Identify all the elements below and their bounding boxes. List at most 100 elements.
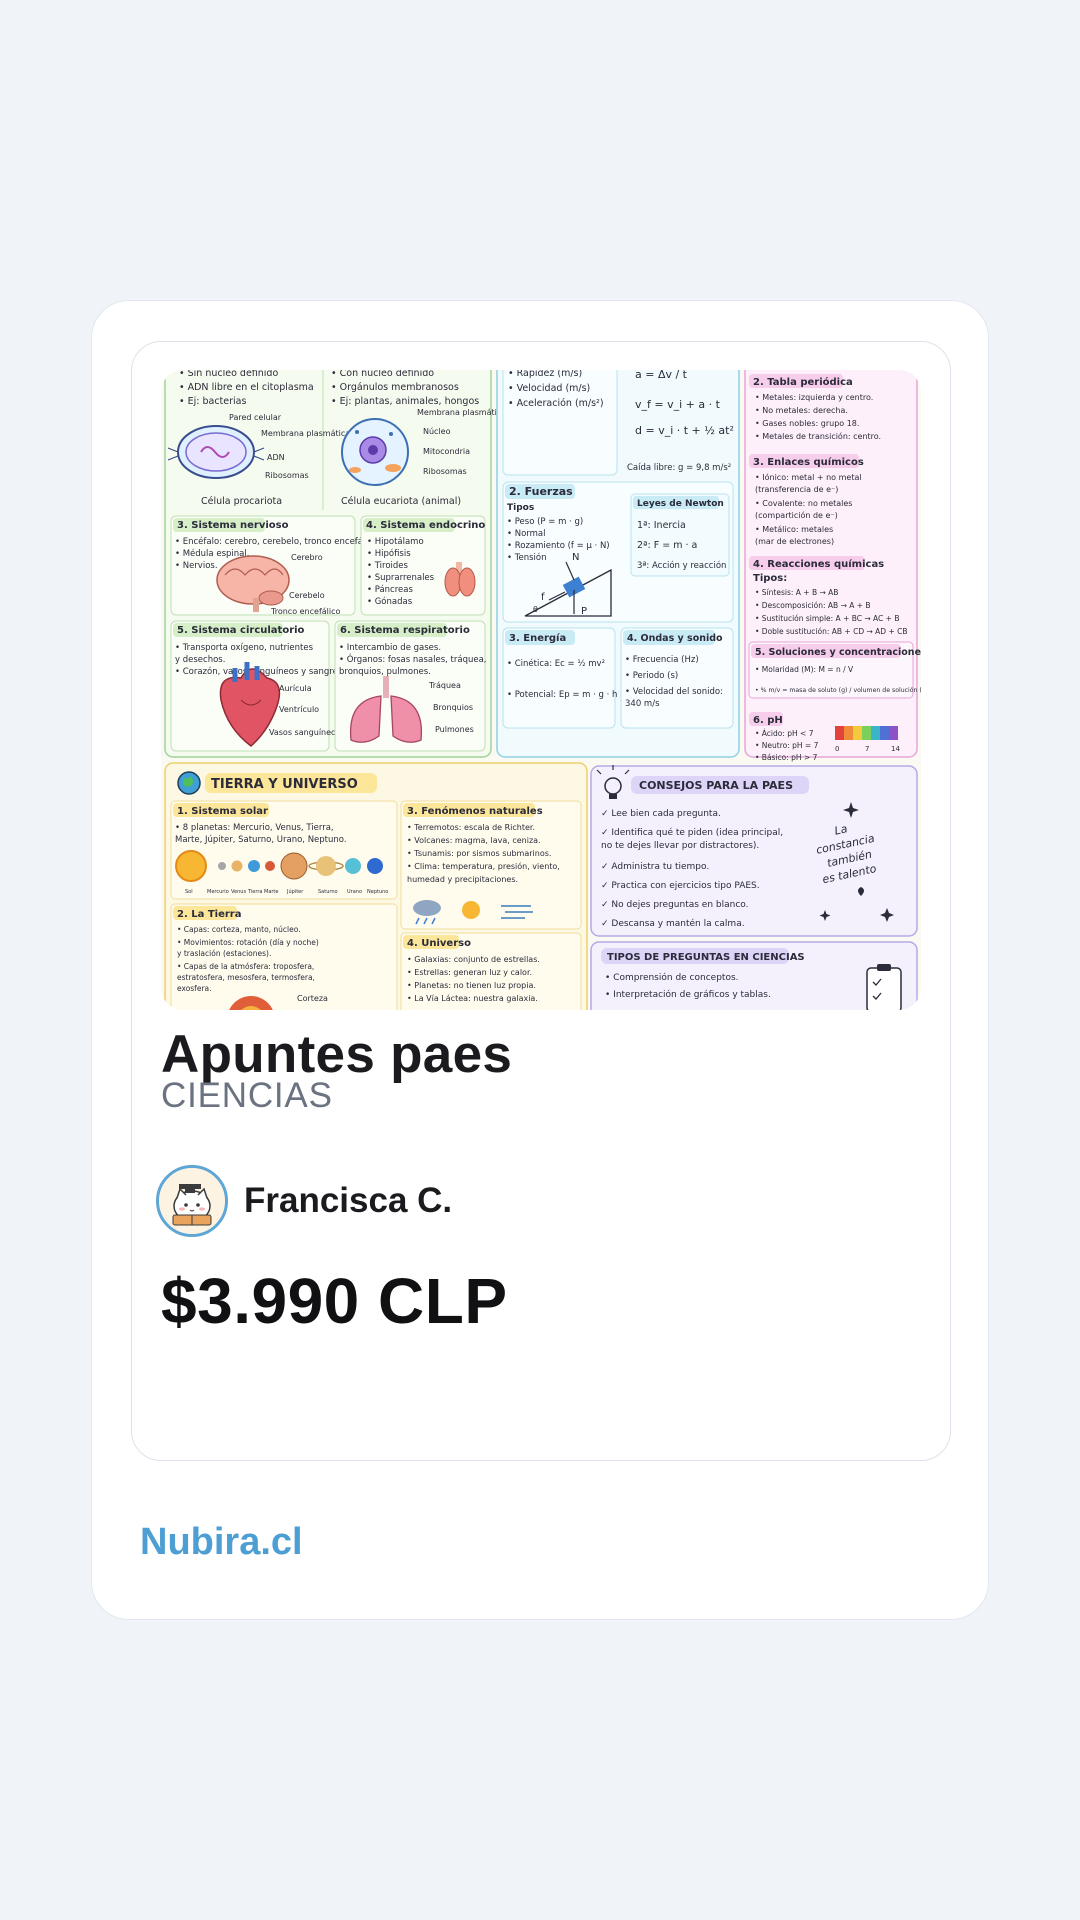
solar-line: • 8 planetas: Mercurio, Venus, Tierra, — [175, 823, 334, 833]
nervous-line: • Nervios. — [175, 561, 218, 571]
earth-label: Corteza — [297, 994, 328, 1003]
author-row[interactable]: Francisca C. — [156, 1164, 452, 1238]
reactions-line: • Síntesis: A + B → AB — [755, 588, 838, 597]
earth-line: estratosfera, mesosfera, termosfera, — [177, 973, 315, 982]
cell-left-line: • Sin núcleo definido — [179, 370, 278, 379]
cell-label: Pared celular — [229, 413, 282, 422]
eukaryote-cell-icon — [341, 418, 409, 486]
waves-line: • Frecuencia (Hz) — [625, 655, 699, 665]
cell-label: Ribosomas — [265, 471, 309, 480]
earth-banner: TIERRA Y UNIVERSO — [211, 777, 358, 792]
globe-icon — [177, 771, 201, 795]
product-card[interactable]: • Sin núcleo definido • ADN libre en el … — [131, 341, 951, 1461]
phenomena-line: • Clima: temperatura, presión, viento, — [407, 861, 560, 871]
brain-label: Cerebro — [291, 553, 323, 562]
solar-title: 1. Sistema solar — [177, 806, 268, 817]
universe-line: • Estrellas: generan luz y calor. — [407, 968, 532, 977]
tips-line: ✓ Lee bien cada pregunta. — [601, 809, 721, 819]
lung-label: Tráquea — [428, 681, 461, 690]
tips-line: no te dejes llevar por distractores). — [601, 841, 759, 851]
solutions-title: 5. Soluciones y concentraciones — [755, 647, 921, 658]
respiratory-line: • Órganos: fosas nasales, tráquea, — [339, 653, 487, 665]
universe-line: • La Vía Láctea: nuestra galaxia. — [407, 994, 538, 1003]
formula: a = Δv / t — [635, 370, 688, 381]
waves-line: • Velocidad del sonido: — [625, 687, 723, 697]
planet-name: Marte — [264, 889, 278, 895]
newton-line: 2ª: F = m · a — [637, 540, 697, 551]
tips-line: ✓ Descansa y mantén la calma. — [601, 918, 745, 929]
cell-label: ADN — [267, 453, 285, 462]
heart-label: Ventrículo — [279, 705, 319, 714]
kinematics-line: • Rapidez (m/s) — [508, 370, 582, 379]
forces-sub: Tipos — [507, 503, 534, 513]
respiratory-title: 6. Sistema respiratorio — [340, 625, 470, 636]
solar-line: Marte, Júpiter, Saturno, Urano, Neptuno. — [175, 835, 347, 845]
force-label: f — [541, 592, 545, 603]
forces-title: 2. Fuerzas — [509, 485, 573, 498]
ph-scale-icon — [835, 726, 898, 740]
brand-link[interactable]: Nubira.cl — [140, 1521, 303, 1564]
kinematics-line: • Velocidad (m/s) — [508, 383, 590, 394]
lung-label: Bronquios — [433, 703, 473, 712]
tips-line: ✓ Administra tu tiempo. — [601, 862, 709, 872]
table-title: 2. Tabla periódica — [753, 376, 853, 388]
endocrine-line: • Suprarrenales — [367, 573, 435, 583]
phenomena-line: • Volcanes: magma, lava, ceniza. — [407, 836, 541, 845]
cell-caption: Célula eucariota (animal) — [341, 496, 461, 507]
author-name[interactable]: Francisca C. — [244, 1181, 452, 1221]
ph-title: 6. pH — [753, 715, 783, 726]
tips-line: ✓ Identifica qué te piden (idea principa… — [601, 827, 783, 838]
reactions-title: 4. Reacciones químicas — [753, 558, 884, 570]
planet-name: Neptuno — [367, 889, 388, 895]
endocrine-title: 4. Sistema endocrino — [366, 520, 485, 531]
table-line: • Metales: izquierda y centro. — [755, 393, 873, 402]
table-line: • Gases nobles: grupo 18. — [755, 419, 859, 428]
earth-line: y traslación (estaciones). — [177, 949, 271, 958]
solutions-line: • Molaridad (M): M = n / V — [755, 665, 854, 674]
forces-line: • Normal — [507, 529, 545, 539]
waves-line: • Periodo (s) — [625, 671, 678, 681]
table-line: • Metales de transición: centro. — [755, 431, 881, 441]
cell-label: Mitocondria — [423, 447, 470, 456]
cell-left-line: • ADN libre en el citoplasma — [179, 382, 314, 393]
ph-scale-label: 7 — [865, 745, 869, 753]
bonds-line: (transferencia de e⁻) — [755, 485, 838, 494]
product-thumbnail[interactable]: • Sin núcleo definido • ADN libre en el … — [161, 370, 921, 1010]
solutions-line: • % m/v = masa de soluto (g) / volumen d… — [755, 686, 921, 694]
product-subject: CIENCIAS — [161, 1076, 333, 1115]
universe-line: • Galaxias: conjunto de estrellas. — [407, 955, 540, 964]
force-label: θ — [533, 605, 538, 614]
earth-line: • Capas de la atmósfera: troposfera, — [177, 962, 314, 971]
brain-label: Tronco encefálico — [270, 607, 341, 616]
earth-line: • Capas: corteza, manto, núcleo. — [177, 925, 301, 934]
cell-label: Ribosomas — [423, 467, 467, 476]
bonds-line: (mar de electrones) — [755, 537, 834, 546]
nervous-title: 3. Sistema nervioso — [177, 520, 289, 531]
reactions-line: • Descomposición: AB → A + B — [755, 601, 871, 610]
earth-line: exosfera. — [177, 984, 212, 993]
nervous-line: • Encéfalo: cerebro, cerebelo, tronco en… — [175, 536, 380, 547]
questions-line: • Interpretación de gráficos y tablas. — [605, 989, 771, 1000]
circulatory-title: 5. Sistema circulatorio — [177, 625, 305, 636]
energy-title: 3. Energía — [509, 632, 566, 644]
cell-right-line: • Ej: plantas, animales, hongos — [331, 396, 479, 407]
endocrine-line: • Hipófisis — [367, 548, 411, 559]
respiratory-line: • Intercambio de gases. — [339, 643, 441, 653]
planet-name: Sol — [185, 889, 193, 895]
cell-caption: Célula procariota — [201, 496, 282, 507]
endocrine-line: • Tiroides — [367, 561, 409, 571]
planet-name: Tierra — [247, 889, 262, 895]
waves-line: 340 m/s — [625, 699, 660, 709]
tips-line: ✓ No dejes preguntas en blanco. — [601, 900, 749, 910]
table-line: • No metales: derecha. — [755, 406, 848, 415]
universe-line: • Planetas: no tienen luz propia. — [407, 981, 536, 990]
circulatory-line: y desechos. — [175, 655, 225, 665]
ph-scale-label: 14 — [891, 745, 900, 753]
force-label: P — [581, 606, 587, 617]
formula: d = v_i · t + ½ at² — [635, 424, 734, 437]
heart-label: Vasos sanguíneos — [269, 728, 340, 737]
forces-line: • Peso (P = m · g) — [507, 517, 583, 527]
tips-line: ✓ Practica con ejercicios tipo PAES. — [601, 881, 760, 891]
forces-line: • Tensión — [507, 552, 546, 563]
clipboard-icon — [866, 964, 902, 1010]
